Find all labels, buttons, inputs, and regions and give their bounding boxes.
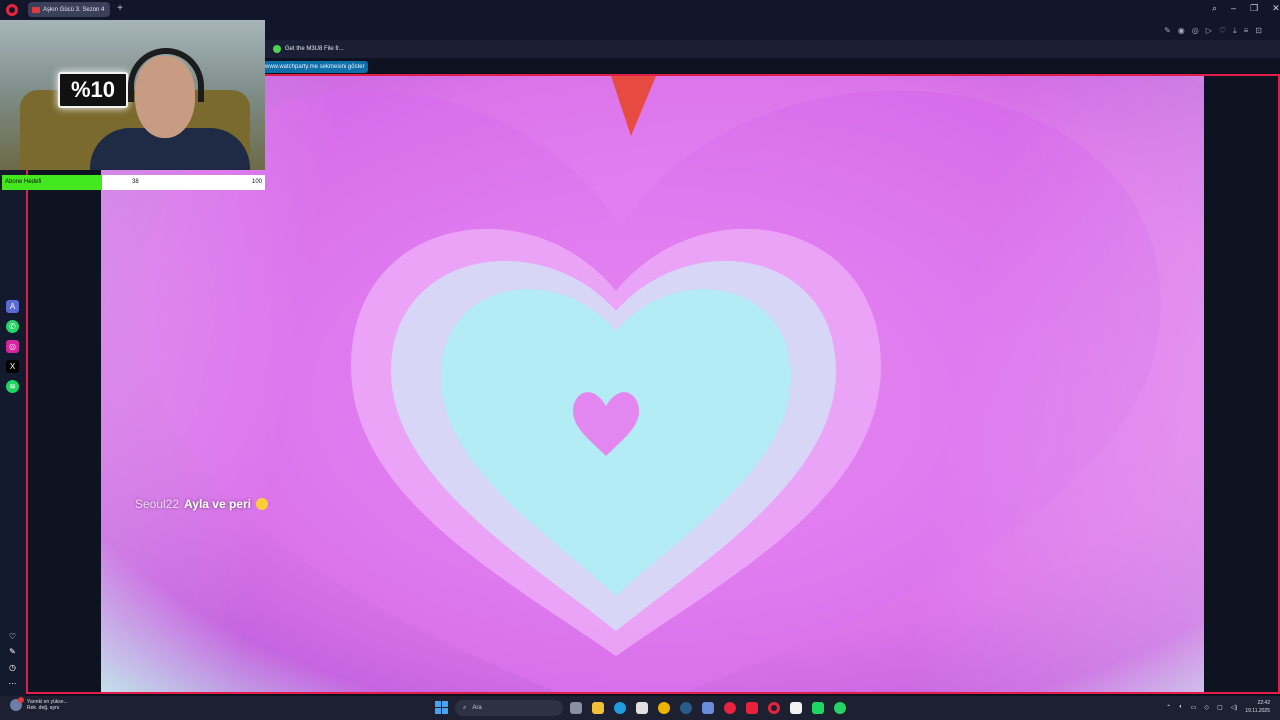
subscriber-goal-bar: Abone Hedefi 38 100 bbox=[2, 175, 265, 190]
minimize-icon[interactable]: – bbox=[1231, 3, 1236, 14]
chat-overlay-message: Seoul22 Ayla ve peri bbox=[135, 497, 268, 511]
history-icon[interactable]: ◷ bbox=[6, 661, 19, 674]
camera-icon[interactable]: ◉ bbox=[1178, 26, 1185, 36]
weather-sub: Rek. değ. aynı bbox=[27, 705, 60, 711]
tab-title: Aşkın Gücü 3. Sezon 4 bbox=[43, 6, 105, 13]
heart-icon[interactable]: ♡ bbox=[1219, 26, 1226, 36]
aria-icon[interactable]: A bbox=[6, 300, 19, 313]
toolbar-area: ✎ ◉ ◎ ▷ ♡ ⤓ ≡ ⊡ bbox=[265, 20, 1280, 40]
microphone-icon[interactable]: ◇ bbox=[1204, 704, 1209, 711]
lock-icon[interactable]: ⊡ bbox=[1255, 26, 1262, 36]
search-tabs-icon[interactable]: ⌕ bbox=[1212, 3, 1217, 14]
search-placeholder: Ara bbox=[472, 705, 482, 711]
tray-app-icon[interactable]: ◐ bbox=[1179, 704, 1183, 710]
chevron-up-icon[interactable]: ⌃ bbox=[1166, 704, 1171, 711]
tab-strip: Aşkın Gücü 3. Sezon 4 + ⌕ – ❐ ✕ bbox=[0, 0, 1280, 20]
edge-icon[interactable] bbox=[614, 702, 626, 714]
clock-date: 19.11.2025 bbox=[1245, 708, 1270, 714]
vpn-icon[interactable]: ◎ bbox=[1192, 26, 1199, 36]
chat-username: Seoul22 bbox=[135, 497, 180, 511]
chrome-icon[interactable] bbox=[658, 702, 670, 714]
app-icon[interactable] bbox=[702, 702, 714, 714]
restore-icon[interactable]: ❐ bbox=[1250, 3, 1258, 14]
start-icon[interactable] bbox=[435, 701, 448, 714]
snapshot-icon[interactable]: ✎ bbox=[1164, 26, 1171, 36]
neon-sign: %10 bbox=[58, 72, 128, 108]
whatsapp-taskbar-icon[interactable] bbox=[834, 702, 846, 714]
bookmarks-bar: Get the M3U8 File fr... bbox=[265, 40, 1280, 58]
page-right-area bbox=[1204, 76, 1278, 692]
toolbar-icons: ✎ ◉ ◎ ▷ ♡ ⤓ ≡ ⊡ bbox=[1164, 26, 1262, 36]
edit-icon[interactable]: ✎ bbox=[6, 645, 19, 658]
speaker-icon[interactable]: ◁) bbox=[1231, 704, 1238, 711]
spotify-icon[interactable]: ≋ bbox=[6, 380, 19, 393]
display-icon[interactable]: ▢ bbox=[1217, 704, 1223, 711]
webcam-overlay: %10 bbox=[0, 20, 265, 170]
youtube-icon[interactable] bbox=[746, 702, 758, 714]
system-tray: ⌃ ◐ ▭ ◇ ▢ ◁) 22:42 19.11.2025 bbox=[1166, 699, 1270, 715]
window-controls: ⌕ – ❐ ✕ bbox=[1212, 3, 1280, 14]
bookmark-label: Get the M3U8 File fr... bbox=[285, 46, 344, 52]
heart-sidebar-icon[interactable]: ♡ bbox=[6, 630, 19, 643]
instagram-icon[interactable]: ◎ bbox=[6, 340, 19, 353]
taskbar-search[interactable]: ⌕ Ara bbox=[455, 700, 563, 716]
goal-current: 38 bbox=[132, 179, 139, 185]
chat-message: Ayla ve peri bbox=[184, 497, 251, 511]
notification-badge bbox=[18, 697, 24, 703]
download-icon[interactable]: ⤓ bbox=[1233, 26, 1237, 36]
x-icon[interactable]: X bbox=[6, 360, 19, 373]
clock[interactable]: 22:42 19.11.2025 bbox=[1245, 699, 1270, 715]
bookmark-favicon-icon bbox=[273, 45, 281, 53]
video-tab-icon bbox=[32, 6, 40, 13]
player-icon[interactable]: ▷ bbox=[1206, 26, 1212, 36]
opera-icon[interactable] bbox=[768, 702, 780, 714]
task-view-icon[interactable] bbox=[570, 702, 582, 714]
bookmark-m3u8[interactable]: Get the M3U8 File fr... bbox=[273, 43, 344, 55]
spotify-taskbar-icon[interactable] bbox=[812, 702, 824, 714]
grinning-emoji-icon bbox=[255, 498, 268, 510]
goal-label: Abone Hedefi bbox=[5, 179, 42, 185]
steam-icon[interactable] bbox=[680, 702, 692, 714]
notice-text: www.watchparty.me sekmesini göster bbox=[265, 64, 365, 70]
headset-icon bbox=[128, 48, 204, 102]
tab-active[interactable]: Aşkın Gücü 3. Sezon 4 bbox=[28, 2, 110, 17]
weather-widget[interactable]: Yarınki en yükse... Rek. değ. aynı bbox=[10, 697, 68, 711]
opera-logo-icon[interactable] bbox=[6, 4, 18, 16]
capcut-icon[interactable] bbox=[790, 702, 802, 714]
windows-taskbar: Yarınki en yükse... Rek. değ. aynı ⌕ Ara… bbox=[0, 696, 1280, 720]
file-explorer-icon[interactable] bbox=[592, 702, 604, 714]
close-icon[interactable]: ✕ bbox=[1272, 3, 1280, 14]
new-tab-button[interactable]: + bbox=[114, 3, 126, 15]
youtube-music-icon[interactable] bbox=[724, 702, 736, 714]
goal-max: 100 bbox=[251, 179, 262, 185]
search-icon: ⌕ bbox=[463, 704, 467, 711]
more-icon[interactable]: ⋯ bbox=[6, 677, 19, 690]
clock-time: 22:42 bbox=[1257, 700, 1270, 706]
whatsapp-icon[interactable]: ✆ bbox=[6, 320, 19, 333]
weather-icon bbox=[10, 697, 24, 711]
video-highlight bbox=[101, 76, 1204, 692]
menu-icon[interactable]: ≡ bbox=[1244, 26, 1249, 36]
store-icon[interactable] bbox=[636, 702, 648, 714]
watchparty-notice[interactable]: www.watchparty.me sekmesini göster bbox=[265, 61, 368, 73]
network-icon[interactable]: ▭ bbox=[1191, 704, 1197, 711]
video-player[interactable] bbox=[101, 76, 1204, 692]
